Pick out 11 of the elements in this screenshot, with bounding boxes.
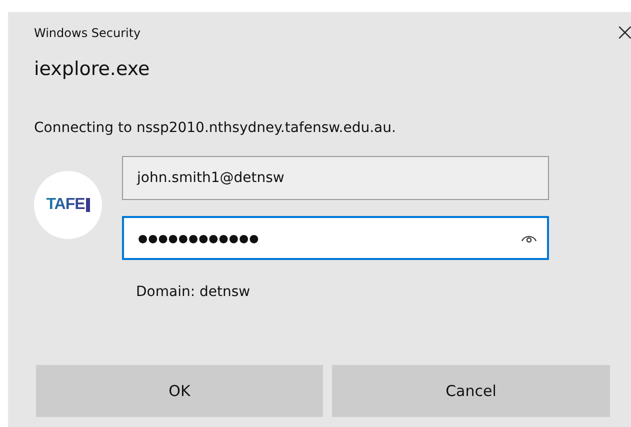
- domain-label: Domain: detnsw: [136, 284, 252, 300]
- window-title: Windows Security: [34, 26, 141, 40]
- username-field[interactable]: john.smith1@detnsw: [122, 156, 549, 200]
- password-field[interactable]: ●●●●●●●●●●●●: [122, 216, 549, 260]
- app-name: iexplore.exe: [34, 58, 151, 80]
- logo-icon: TAFE: [34, 171, 102, 239]
- ok-button[interactable]: OK: [36, 365, 323, 417]
- close-button[interactable]: ×: [610, 20, 631, 44]
- eye-icon[interactable]: [521, 233, 537, 243]
- cancel-button[interactable]: Cancel: [332, 365, 610, 417]
- connection-message: Connecting to nssp2010.nthsydney.tafensw.edu.au.: [34, 120, 397, 136]
